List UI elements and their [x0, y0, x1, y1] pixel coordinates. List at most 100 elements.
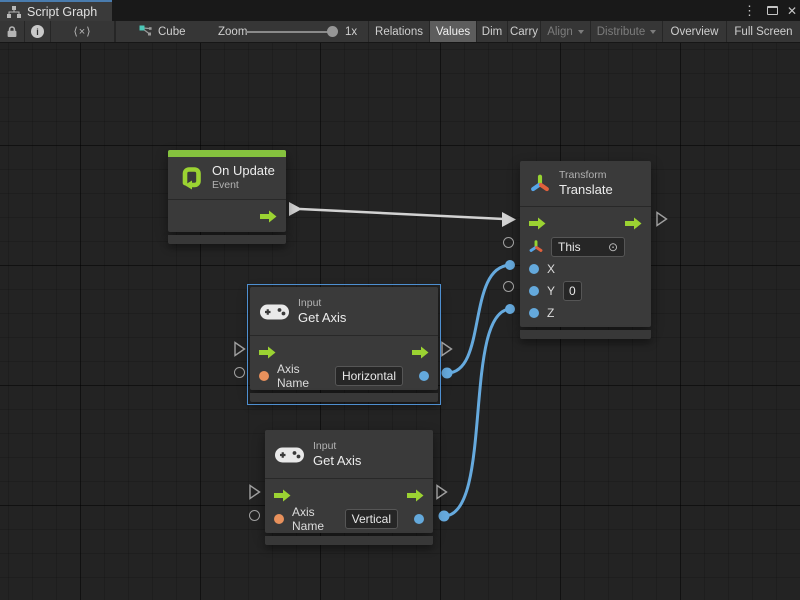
- value-output-port[interactable]: [414, 514, 424, 524]
- target-object-name: Cube: [158, 26, 186, 38]
- fullscreen-button[interactable]: Full Screen: [727, 21, 800, 42]
- connection-endpoint: [442, 368, 453, 379]
- info-button[interactable]: i: [25, 21, 51, 42]
- value-port-z[interactable]: [529, 308, 539, 318]
- maximize-icon[interactable]: [767, 6, 778, 15]
- unconnected-flow-out[interactable]: [436, 484, 448, 500]
- port-row-z: Z: [520, 302, 651, 324]
- value-connection-vertical-z[interactable]: [444, 309, 511, 516]
- string-port-axis-name[interactable]: [259, 371, 269, 381]
- graph-canvas[interactable]: On Update Event: [0, 43, 800, 600]
- lock-icon: [6, 25, 18, 38]
- flow-input-port[interactable]: [259, 346, 276, 359]
- dim-button[interactable]: Dim: [477, 21, 508, 42]
- node-transform-translate[interactable]: Transform Translate: [520, 161, 651, 339]
- unconnected-port-this[interactable]: [503, 237, 514, 248]
- port-row-this: This ⊙: [520, 236, 651, 258]
- zoom-slider-handle[interactable]: [327, 26, 338, 37]
- flow-output-port[interactable]: [625, 217, 642, 230]
- flow-input-port[interactable]: [274, 489, 291, 502]
- toolbar-divider: [115, 21, 116, 42]
- node-footer: [250, 393, 438, 402]
- this-field-value: This: [558, 239, 581, 255]
- close-icon[interactable]: ✕: [787, 5, 797, 17]
- unconnected-port-axis-name[interactable]: [234, 367, 245, 378]
- axis-name-field[interactable]: Horizontal: [335, 366, 403, 386]
- graph-toolbar: i ⟨×⟩ Cube Zoom 1x Relations Values Dim …: [0, 21, 800, 43]
- info-icon: i: [31, 25, 44, 38]
- node-get-axis-horizontal[interactable]: Input Get Axis: [250, 287, 438, 402]
- chevron-down-icon: [650, 30, 656, 34]
- node-title: On Update: [212, 163, 275, 179]
- graph-hierarchy-icon: [7, 6, 21, 18]
- relations-button[interactable]: Relations: [369, 21, 430, 42]
- unconnected-flow-in[interactable]: [234, 341, 246, 357]
- value-port-y[interactable]: [529, 286, 539, 296]
- window-menu-icon[interactable]: ⋮: [741, 4, 758, 17]
- unconnected-port-y[interactable]: [503, 281, 514, 292]
- connection-endpoint: [505, 260, 515, 270]
- tab-title: Script Graph: [27, 5, 97, 19]
- node-type: Input: [313, 440, 361, 453]
- flow-output-port[interactable]: [412, 346, 429, 359]
- port-row-x: X: [520, 258, 651, 280]
- overview-button[interactable]: Overview: [663, 21, 727, 42]
- port-label-y: Y: [547, 284, 555, 298]
- axis-name-field[interactable]: Vertical: [345, 509, 398, 529]
- value-output-port[interactable]: [419, 371, 429, 381]
- port-row-axis-name: Axis Name Vertical: [265, 508, 433, 530]
- zoom-slider-track[interactable]: [246, 31, 334, 33]
- transform-icon: [529, 173, 551, 195]
- value-connection-horizontal-x[interactable]: [447, 265, 511, 373]
- zoom-label: Zoom: [218, 21, 247, 42]
- node-title: Get Axis: [298, 310, 346, 326]
- flow-input-port[interactable]: [529, 217, 546, 230]
- node-get-axis-vertical[interactable]: Input Get Axis: [265, 430, 433, 545]
- y-value-field[interactable]: 0: [563, 281, 582, 301]
- value-port-x[interactable]: [529, 264, 539, 274]
- tab-script-graph[interactable]: Script Graph: [0, 0, 112, 21]
- align-dropdown[interactable]: Align: [541, 21, 591, 42]
- port-label-z: Z: [547, 306, 554, 320]
- port-row-axis-name: Axis Name Horizontal: [250, 365, 438, 387]
- node-footer: [520, 330, 651, 339]
- event-color-bar: [168, 150, 286, 157]
- carry-button[interactable]: Carry: [508, 21, 541, 42]
- flow-output-port[interactable]: [260, 210, 277, 223]
- code-icon: ⟨×⟩: [73, 25, 91, 38]
- flow-output-port[interactable]: [407, 489, 424, 502]
- node-type: Event: [212, 179, 275, 192]
- port-label-axis-name: Axis Name: [277, 362, 327, 390]
- flow-connection[interactable]: [300, 209, 504, 219]
- distribute-dropdown[interactable]: Distribute: [591, 21, 663, 42]
- string-port-axis-name[interactable]: [274, 514, 284, 524]
- lock-button[interactable]: [0, 21, 25, 42]
- node-footer: [168, 235, 286, 244]
- node-type: Transform: [559, 169, 613, 182]
- code-view-button[interactable]: ⟨×⟩: [51, 21, 115, 42]
- transform-mini-icon: [529, 240, 543, 254]
- node-title: Translate: [559, 182, 613, 198]
- node-footer: [265, 536, 433, 545]
- unconnected-flow-out[interactable]: [656, 211, 668, 227]
- target-object-indicator[interactable]: Cube: [139, 21, 186, 42]
- graph-target-icon: [139, 25, 152, 38]
- object-picker-icon[interactable]: ⊙: [608, 241, 618, 253]
- title-bar: Script Graph ⋮ ✕: [0, 0, 800, 21]
- zoom-value: 1x: [345, 21, 357, 42]
- connection-endpoint: [505, 304, 515, 314]
- this-object-field[interactable]: This ⊙: [551, 237, 625, 257]
- port-row-y: Y 0: [520, 280, 651, 302]
- unconnected-flow-in[interactable]: [249, 484, 261, 500]
- node-type: Input: [298, 297, 346, 310]
- unconnected-flow-out[interactable]: [441, 341, 453, 357]
- port-label-axis-name: Axis Name: [292, 505, 337, 533]
- unconnected-port-axis-name[interactable]: [249, 510, 260, 521]
- chevron-down-icon: [578, 30, 584, 34]
- node-on-update[interactable]: On Update Event: [168, 150, 286, 244]
- port-label-x: X: [547, 262, 555, 276]
- gamepad-icon: [274, 446, 305, 464]
- unity-script-graph-window: Script Graph ⋮ ✕ i ⟨×⟩: [0, 0, 800, 600]
- flow-connection-end-arrow: [502, 212, 516, 227]
- values-button[interactable]: Values: [430, 21, 477, 42]
